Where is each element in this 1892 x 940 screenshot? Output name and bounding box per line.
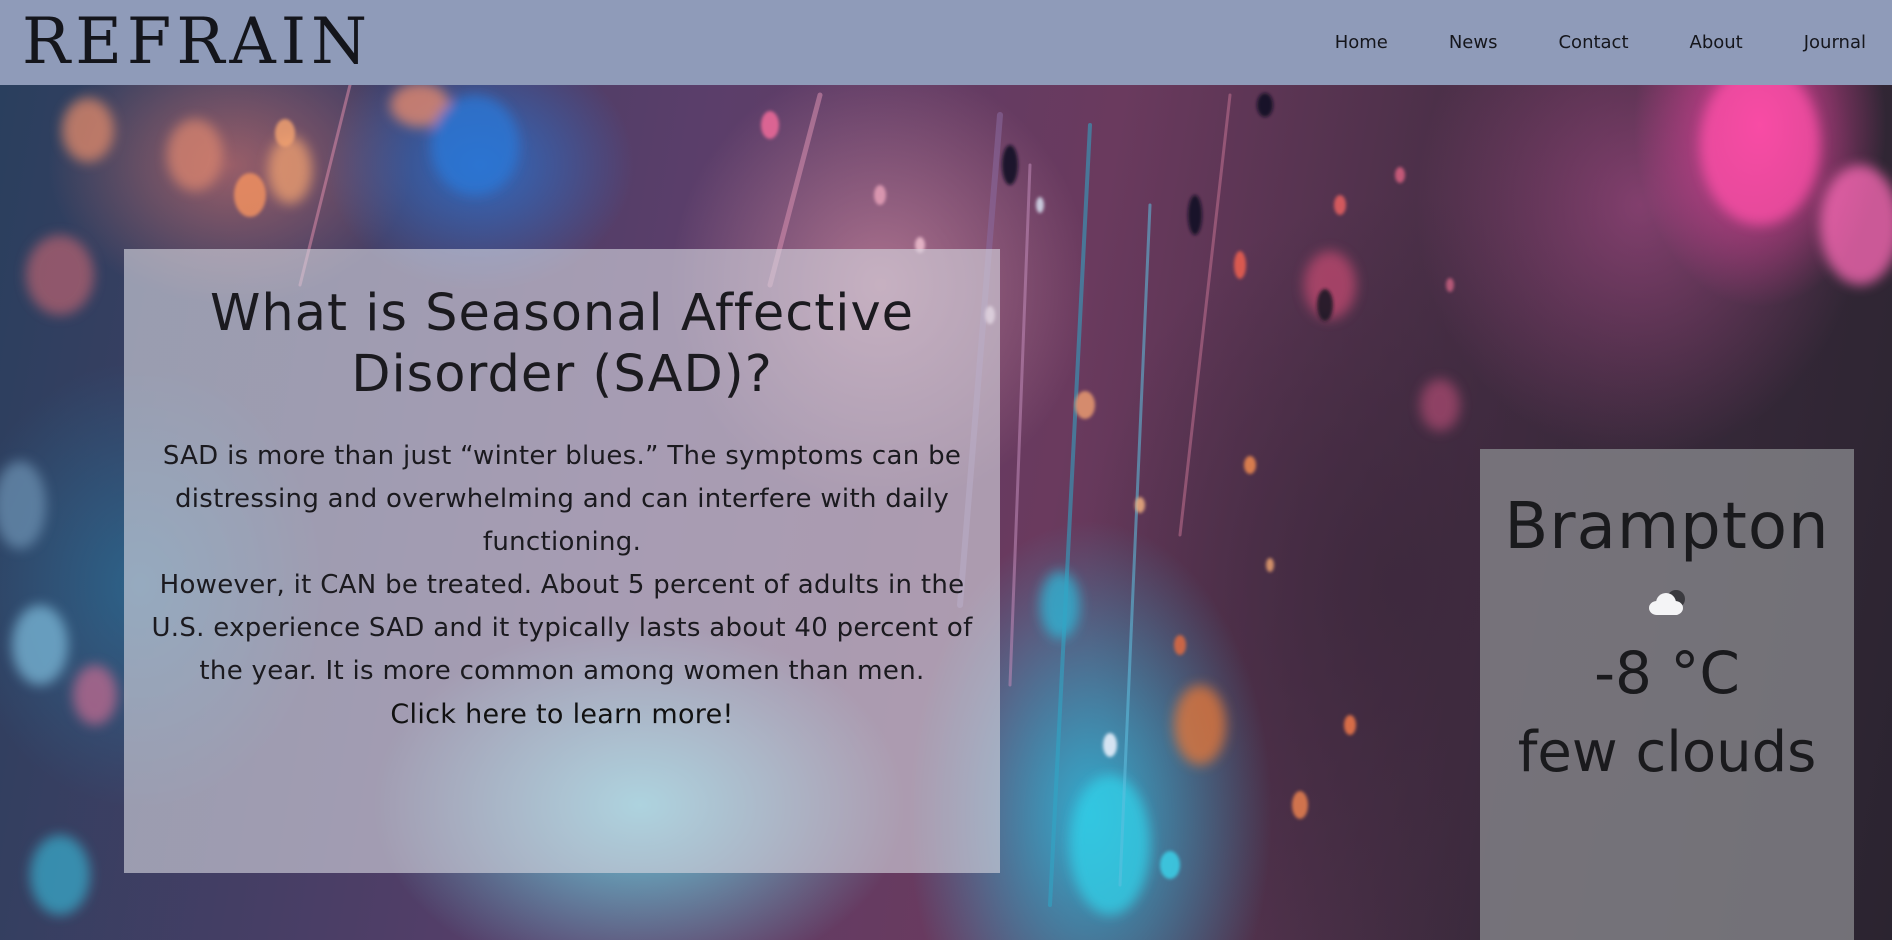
nav-home-link[interactable]: Home [1335, 32, 1388, 53]
info-paragraph-1: SAD is more than just “winter blues.” Th… [162, 441, 962, 557]
weather-widget: Brampton -8 °C few clouds [1480, 449, 1854, 940]
sad-info-panel: What is Seasonal Affective Disorder (SAD… [124, 249, 1000, 873]
weather-temperature: -8 °C [1594, 639, 1740, 707]
nav-journal-link[interactable]: Journal [1804, 32, 1866, 53]
main-nav: Home News Contact About Journal [1274, 0, 1866, 85]
info-heading: What is Seasonal Affective Disorder (SAD… [209, 284, 915, 404]
nav-news-link[interactable]: News [1449, 32, 1498, 53]
nav-about-link[interactable]: About [1690, 32, 1743, 53]
few-clouds-icon [1480, 583, 1854, 623]
learn-more-link[interactable]: Click here to learn more! [390, 693, 733, 736]
page: REFRAIN Home News Contact About Journal [0, 0, 1892, 940]
info-paragraph-2: However, it CAN be treated. About 5 perc… [151, 570, 973, 686]
top-navigation-bar: REFRAIN Home News Contact About Journal [0, 0, 1892, 85]
info-body: SAD is more than just “winter blues.” Th… [134, 435, 990, 737]
nav-contact-link[interactable]: Contact [1558, 32, 1628, 53]
site-logo[interactable]: REFRAIN [22, 4, 372, 80]
weather-city: Brampton [1504, 490, 1830, 564]
weather-description: few clouds [1517, 720, 1817, 785]
